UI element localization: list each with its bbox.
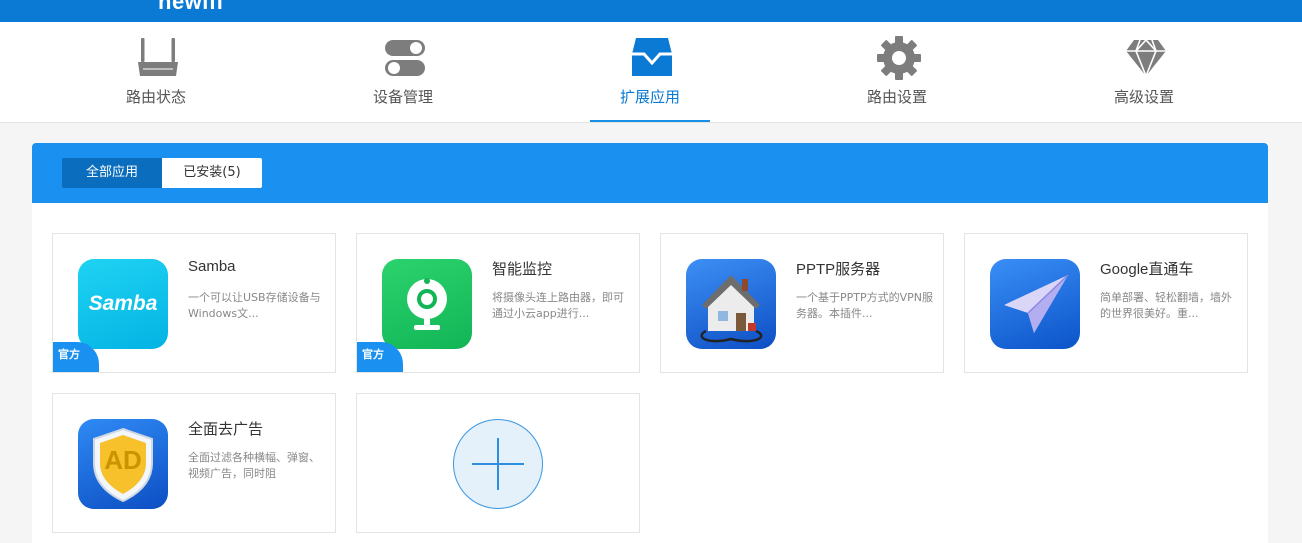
samba-logo-text: Samba [88, 292, 158, 315]
toggle-switches-icon [385, 40, 425, 76]
nav-label: 高级设置 [1113, 88, 1174, 106]
app-description: 全面过滤各种横幅、弹窗、视频广告，同时阻 [188, 451, 320, 480]
app-card-google-express[interactable]: Google直通车 简单部署、轻松翻墙，墙外的世界很美好。重... [964, 233, 1248, 373]
panel-header: 全部应用 已安装(5) [32, 143, 1268, 203]
nav-item-device-management[interactable]: 设备管理 [333, 22, 473, 122]
app-description: 简单部署、轻松翻墙，墙外的世界很美好。重... [1100, 291, 1232, 320]
nav-item-advanced-settings[interactable]: 高级设置 [1074, 22, 1214, 122]
app-card-smart-monitor[interactable]: 智能监控 将摄像头连上路由器，即可通过小云app进行... 官方 [356, 233, 640, 373]
nav-label: 扩展应用 [619, 88, 680, 106]
webcam-icon [407, 278, 447, 330]
add-app-card[interactable] [356, 393, 640, 533]
app-name: Samba [188, 258, 236, 275]
pptp-app-icon [686, 259, 776, 349]
house-icon [700, 275, 763, 343]
app-name: Google直通车 [1100, 261, 1194, 278]
diamond-icon [1126, 38, 1166, 79]
paper-plane-app-icon [990, 259, 1080, 349]
nav-label: 路由状态 [125, 88, 186, 106]
app-name: 智能监控 [492, 261, 553, 278]
webcam-app-icon [382, 259, 472, 349]
nav-item-router-settings[interactable]: 路由设置 [827, 22, 967, 122]
apps-panel: 全部应用 已安装(5) Samba Samba 一个可以让USB存储设备与Win… [32, 143, 1268, 543]
app-card-samba[interactable]: Samba Samba 一个可以让USB存储设备与Windows文... 官方 [52, 233, 336, 373]
gear-icon [877, 36, 921, 80]
app-description: 一个基于PPTP方式的VPN服务器。本插件... [796, 291, 934, 320]
app-name: PPTP服务器 [796, 261, 881, 278]
nav-label: 设备管理 [372, 88, 433, 106]
app-card-ad-block[interactable]: AD 全面去广告 全面过滤各种横幅、弹窗、视频广告，同时阻 [52, 393, 336, 533]
brand-logo: newifi [158, 0, 224, 14]
active-underline [590, 120, 710, 122]
app-name: 全面去广告 [188, 421, 264, 438]
nav-item-router-status[interactable]: 路由状态 [86, 22, 226, 122]
top-bar: newifi [0, 0, 1302, 22]
paper-plane-icon [1004, 274, 1069, 333]
add-app-button[interactable] [453, 419, 543, 509]
app-description: 一个可以让USB存储设备与Windows文... [188, 291, 321, 320]
ad-logo-text: AD [104, 445, 142, 475]
tab-all-apps[interactable]: 全部应用 [62, 158, 162, 188]
adblock-app-icon: AD [78, 419, 168, 509]
inbox-tray-icon [632, 38, 672, 76]
nav-item-extensions[interactable]: 扩展应用 [580, 22, 720, 122]
tab-installed[interactable]: 已安装(5) [162, 158, 262, 188]
app-description: 将摄像头连上路由器，即可通过小云app进行... [492, 291, 624, 320]
app-card-pptp-server[interactable]: PPTP服务器 一个基于PPTP方式的VPN服务器。本插件... [660, 233, 944, 373]
plus-icon [472, 438, 524, 490]
router-icon [138, 38, 178, 76]
main-nav: 路由状态 设备管理 扩展应用 路由设置 高级设置 [0, 22, 1302, 123]
nav-label: 路由设置 [866, 88, 927, 106]
samba-app-icon: Samba [78, 259, 168, 349]
